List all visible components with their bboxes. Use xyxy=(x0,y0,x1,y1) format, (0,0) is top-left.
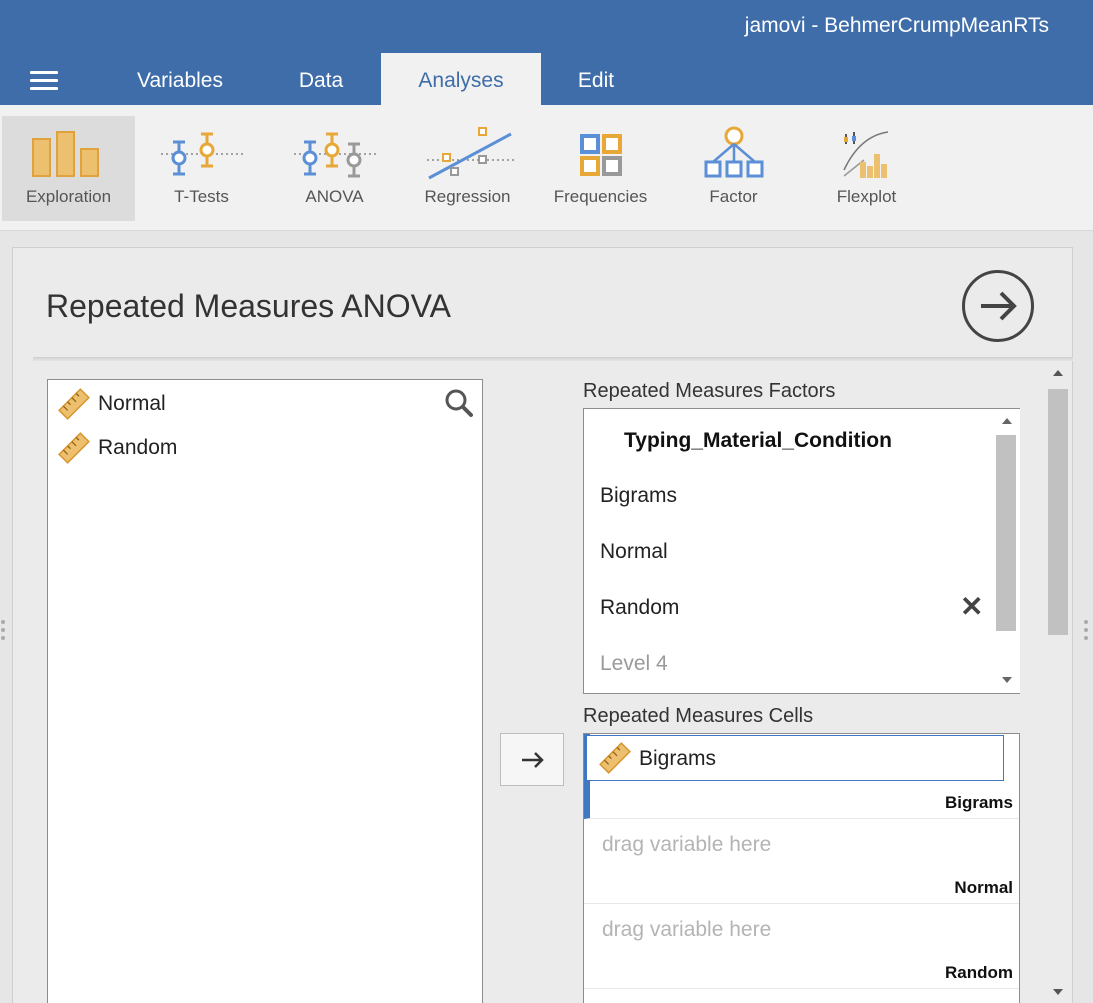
arrow-right-icon xyxy=(522,752,544,768)
rm-cells-box: Bigrams Bigrams drag variable here Norma… xyxy=(583,733,1020,1003)
factor-level-normal[interactable]: Normal xyxy=(600,540,668,564)
t-tests-label: T-Tests xyxy=(174,187,229,206)
left-resize-grip[interactable] xyxy=(0,620,6,644)
factor-level-random[interactable]: Random xyxy=(600,596,679,620)
scroll-up-icon[interactable] xyxy=(1002,418,1012,424)
scroll-down-icon[interactable] xyxy=(1002,677,1012,683)
rm-cells-label: Repeated Measures Cells xyxy=(583,705,814,727)
variable-item-random[interactable]: Random xyxy=(58,430,438,464)
remove-level-icon[interactable]: ✕ xyxy=(960,593,983,621)
regression-label: Regression xyxy=(424,187,511,206)
variable-list[interactable]: Normal Random xyxy=(47,379,483,1003)
frequencies-label: Frequencies xyxy=(553,187,648,206)
tab-variables[interactable]: Variables xyxy=(106,53,254,105)
tab-analyses[interactable]: Analyses xyxy=(381,53,541,105)
flexplot-label: Flexplot xyxy=(836,187,897,206)
arrow-right-circle-icon xyxy=(981,291,1017,321)
hide-options-button[interactable] xyxy=(962,270,1034,342)
tab-data[interactable]: Data xyxy=(262,53,380,105)
cell-variable-name: Bigrams xyxy=(639,747,717,770)
rm-cell-bigrams[interactable]: Bigrams Bigrams xyxy=(584,734,1019,819)
t-tests-button[interactable]: T-Tests xyxy=(135,116,268,221)
regression-button[interactable]: Regression xyxy=(401,116,534,221)
tab-edit[interactable]: Edit xyxy=(541,53,651,105)
exploration-label: Exploration xyxy=(25,187,112,206)
variable-name: Normal xyxy=(98,392,166,415)
continuous-ruler-icon xyxy=(58,388,90,420)
panel-scroll-thumb[interactable] xyxy=(1048,389,1068,635)
panel-scrollbar[interactable] xyxy=(1045,362,1071,1003)
scroll-up-icon[interactable] xyxy=(1053,370,1063,376)
analysis-options-panel: Repeated Measures ANOVA Normal Random Re… xyxy=(12,247,1073,1003)
scroll-down-icon[interactable] xyxy=(1053,989,1063,995)
rm-factors-box: Typing_Material_Condition Bigrams Normal… xyxy=(583,408,1020,694)
variable-item-normal[interactable]: Normal xyxy=(58,386,438,420)
cell-level-label: Normal xyxy=(954,878,1013,897)
continuous-ruler-icon xyxy=(58,432,90,464)
factors-scrollbar[interactable] xyxy=(994,409,1020,693)
panel-title: Repeated Measures ANOVA xyxy=(46,288,451,324)
assigned-variable-bigrams[interactable]: Bigrams xyxy=(586,735,1004,781)
frequencies-icon xyxy=(580,134,622,176)
regression-icon xyxy=(427,127,517,180)
analyses-ribbon: Exploration T-Tests ANOVA Regression Fre… xyxy=(0,105,1093,231)
factor-name[interactable]: Typing_Material_Condition xyxy=(624,429,892,453)
rm-factors-label: Repeated Measures Factors xyxy=(583,380,836,402)
factor-label: Factor xyxy=(709,187,758,206)
exploration-icon xyxy=(32,131,99,177)
anova-icon xyxy=(294,132,378,178)
factor-button[interactable]: Factor xyxy=(667,116,800,221)
title-bar: jamovi - BehmerCrumpMeanRTs Variables Da… xyxy=(0,0,1093,105)
search-icon[interactable] xyxy=(444,388,474,418)
t-tests-icon xyxy=(161,132,245,176)
frequencies-button[interactable]: Frequencies xyxy=(534,116,667,221)
flexplot-icon xyxy=(843,131,889,178)
factor-icon xyxy=(704,126,764,178)
variable-name: Random xyxy=(98,436,178,459)
title-divider xyxy=(33,357,1073,361)
main-menu-icon[interactable] xyxy=(30,71,58,91)
move-to-cells-button[interactable] xyxy=(500,733,564,786)
cell-drop-placeholder: drag variable here xyxy=(602,833,772,856)
cell-level-label: Random xyxy=(945,963,1013,982)
factor-level-bigrams[interactable]: Bigrams xyxy=(600,484,677,508)
flexplot-button[interactable]: Flexplot xyxy=(800,116,933,221)
cell-drop-placeholder: drag variable here xyxy=(602,918,772,941)
continuous-ruler-icon xyxy=(599,742,631,774)
rm-cell-random[interactable]: drag variable here Random xyxy=(584,904,1019,989)
anova-button[interactable]: ANOVA xyxy=(268,116,401,221)
rm-cell-normal[interactable]: drag variable here Normal xyxy=(584,819,1019,904)
anova-label: ANOVA xyxy=(305,187,364,206)
new-level-input[interactable]: Level 4 xyxy=(600,652,668,676)
app-title: jamovi - BehmerCrumpMeanRTs xyxy=(744,14,1049,37)
factors-scroll-thumb[interactable] xyxy=(996,435,1016,631)
right-resize-grip[interactable] xyxy=(1083,620,1089,644)
exploration-button[interactable]: Exploration xyxy=(2,116,135,221)
cell-level-label: Bigrams xyxy=(944,793,1013,812)
